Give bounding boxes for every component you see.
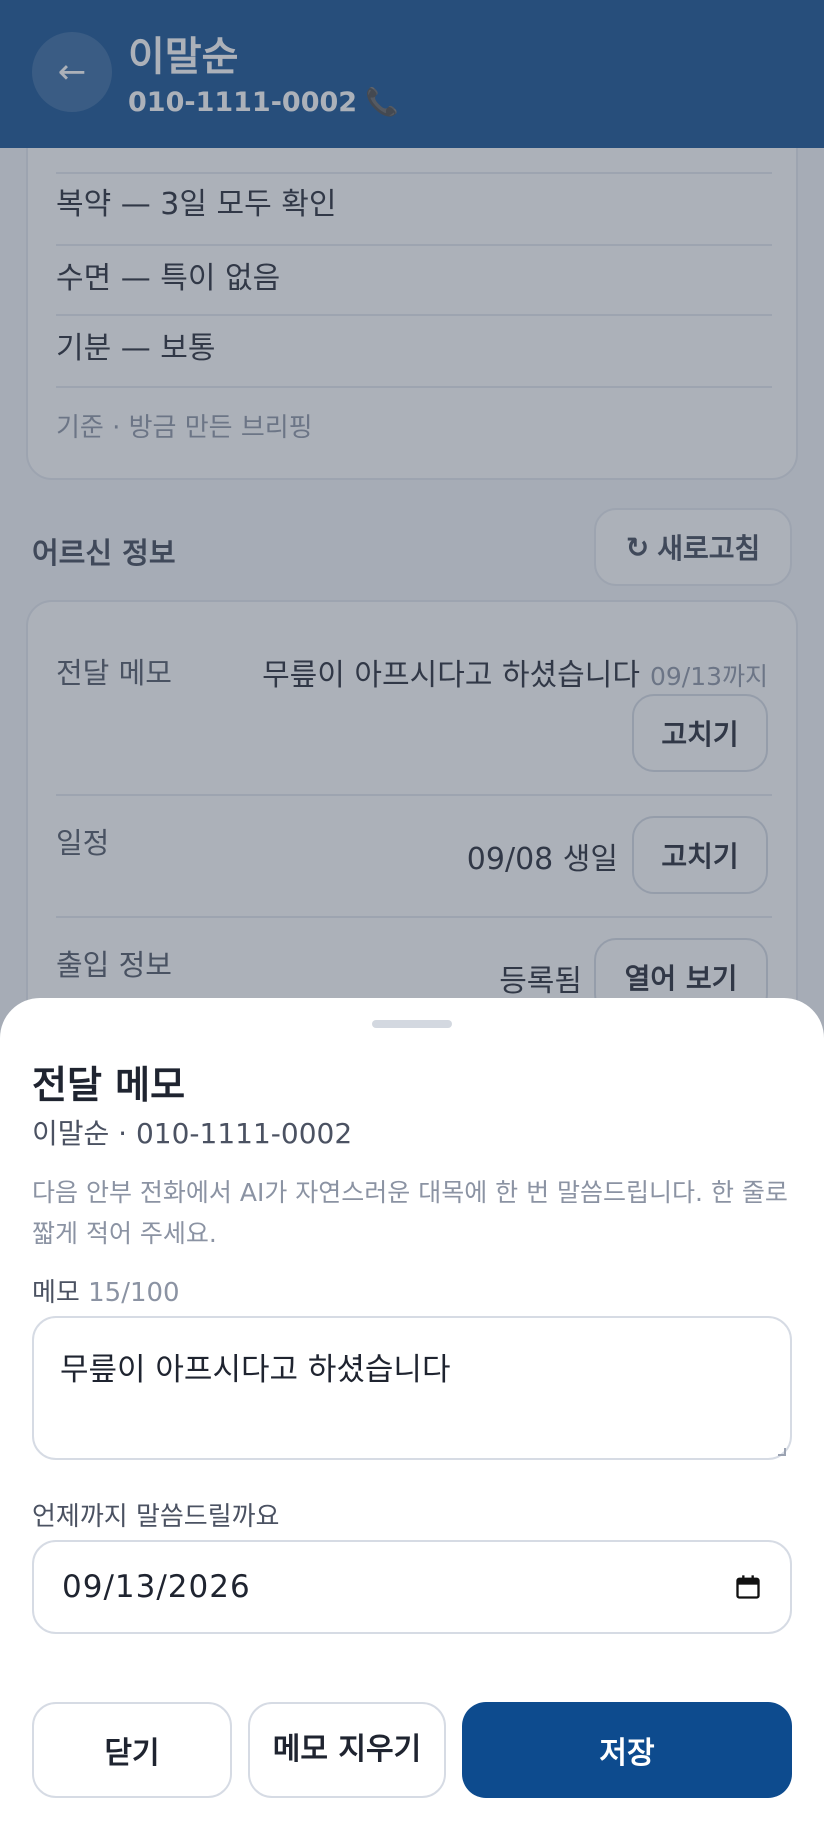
memo-field-label: 메모 15/100	[32, 1272, 180, 1309]
memo-label-text: 메모	[32, 1278, 80, 1308]
memo-char-count: 15/100	[88, 1278, 180, 1308]
clear-memo-button[interactable]: 메모 지우기	[248, 1702, 446, 1798]
memo-textarea-value: 무릎이 아프시다고 하셨습니다	[60, 1352, 451, 1388]
resize-handle-icon[interactable]	[778, 1448, 786, 1456]
date-input[interactable]: 09/13/2026	[32, 1540, 792, 1634]
sheet-drag-handle[interactable]	[372, 1020, 452, 1028]
date-field-label: 언제까지 말씀드릴까요	[32, 1502, 280, 1532]
sheet-subtitle: 이말순 · 010-1111-0002	[32, 1117, 353, 1150]
save-button[interactable]: 저장	[462, 1702, 792, 1798]
date-input-value: 09/13/2026	[62, 1569, 251, 1605]
calendar-icon[interactable]	[734, 1573, 762, 1601]
sheet-title: 전달 메모	[32, 1063, 186, 1107]
sheet-description: 다음 안부 전화에서 AI가 자연스러운 대목에 한 번 말씀드립니다. 한 줄…	[32, 1178, 788, 1248]
memo-bottom-sheet: 전달 메모 이말순 · 010-1111-0002 다음 안부 전화에서 AI가…	[0, 998, 824, 1830]
memo-textarea[interactable]: 무릎이 아프시다고 하셨습니다	[32, 1316, 792, 1460]
close-button[interactable]: 닫기	[32, 1702, 232, 1798]
